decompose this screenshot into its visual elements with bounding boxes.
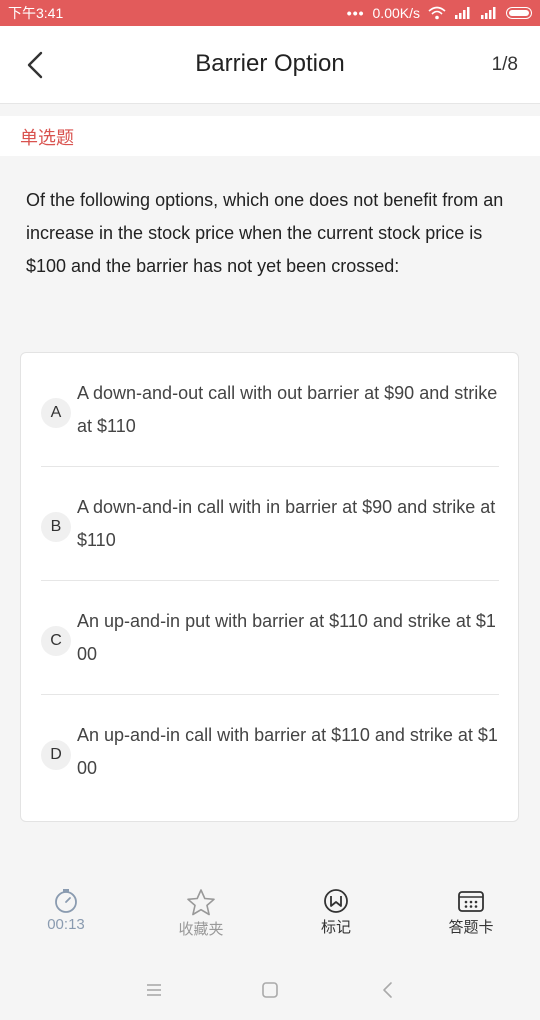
timer-label: 00:13 (47, 916, 85, 933)
option-text: An up-and-in call with barrier at $110 a… (77, 725, 498, 778)
option-text: A down-and-in call with in barrier at $9… (77, 497, 496, 550)
star-icon (187, 889, 215, 916)
menu-icon[interactable] (142, 978, 166, 1002)
status-bar: 下午3:41 ••• 0.00K/s (0, 0, 540, 26)
more-dots-icon: ••• (346, 5, 365, 21)
mark-button[interactable]: 标记 (286, 888, 386, 937)
option-letter: B (41, 512, 71, 542)
battery-icon (506, 7, 532, 19)
stopwatch-icon (55, 889, 77, 913)
status-time: 下午3:41 (8, 5, 64, 21)
option-letter: A (41, 398, 71, 428)
favorite-label: 收藏夹 (178, 921, 224, 938)
option-d[interactable]: D An up-and-in call with barrier at $110… (41, 695, 499, 809)
option-c[interactable]: C An up-and-in put with barrier at $110 … (41, 581, 499, 695)
option-text: An up-and-in put with barrier at $110 an… (77, 611, 496, 664)
header-bar: Barrier Option 1/8 (0, 26, 540, 104)
question-counter: 1/8 (491, 54, 518, 75)
home-icon[interactable] (258, 978, 282, 1002)
timer-button[interactable]: 00:13 (16, 888, 116, 933)
question-text: Of the following options, which one does… (26, 190, 504, 276)
bottom-toolbar: 00:13 收藏夹 标记 答题卡 (0, 888, 540, 948)
system-nav-bar (0, 968, 540, 1012)
signal-icon (455, 7, 470, 19)
signal-2-icon (481, 7, 496, 19)
network-speed: 0.00K/s (372, 5, 420, 21)
option-letter: C (41, 626, 71, 656)
option-a[interactable]: A A down-and-out call with out barrier a… (41, 353, 499, 467)
status-right: ••• 0.00K/s (347, 5, 532, 21)
question-type-label: 单选题 (20, 128, 74, 148)
question-type-row: 单选题 (0, 116, 540, 156)
page-title: Barrier Option (195, 50, 345, 77)
options-card: A A down-and-out call with out barrier a… (20, 352, 519, 822)
option-letter: D (41, 740, 71, 770)
wifi-icon (428, 6, 446, 20)
option-text: A down-and-out call with out barrier at … (77, 383, 498, 436)
flag-circle-icon (324, 889, 348, 913)
mark-label: 标记 (320, 919, 351, 936)
answer-card-icon (458, 891, 484, 912)
option-b[interactable]: B A down-and-in call with in barrier at … (41, 467, 499, 581)
answer-card-button[interactable]: 答题卡 (421, 888, 521, 937)
answer-card-label: 答题卡 (448, 919, 494, 936)
favorite-button[interactable]: 收藏夹 (151, 888, 251, 939)
back-icon[interactable] (376, 978, 400, 1002)
